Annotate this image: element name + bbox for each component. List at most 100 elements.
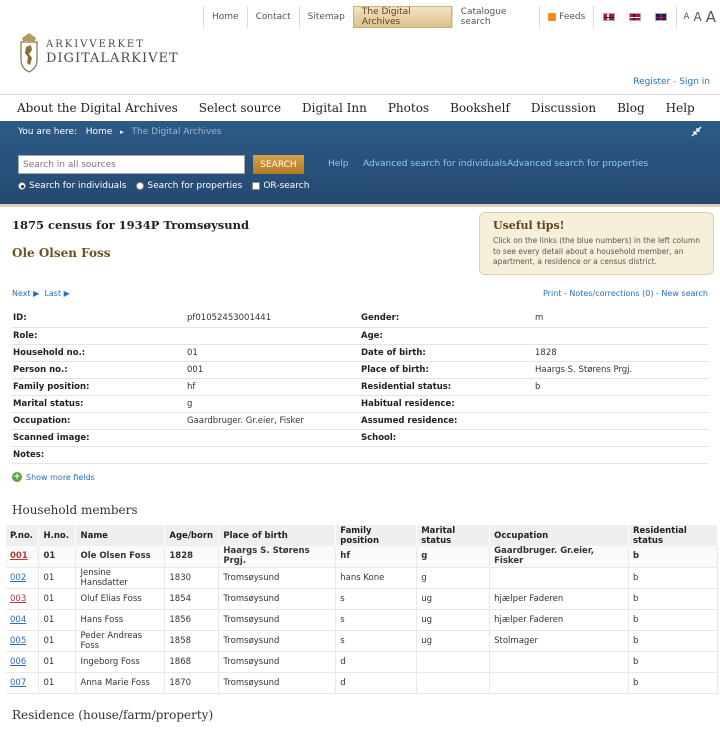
top-link-contact[interactable]: Contact — [246, 6, 299, 28]
print-link[interactable]: Print — [543, 289, 561, 298]
search-options: Search for individuals Search for proper… — [18, 181, 319, 191]
coat-of-arms-icon — [20, 33, 38, 73]
search-help-link[interactable]: Help — [328, 159, 349, 169]
person-number-link[interactable]: 003 — [6, 588, 40, 610]
column-header[interactable]: Marital status — [416, 525, 491, 546]
notes-corrections-link[interactable]: Notes/corrections (0) — [569, 289, 653, 298]
person-number-link[interactable]: 001 — [6, 546, 40, 568]
norwegian-bokmal-flag-icon[interactable] — [603, 13, 616, 21]
font-size-small-button[interactable]: A — [683, 12, 689, 22]
detail-value: b — [534, 378, 708, 396]
table-cell: ug — [416, 588, 491, 610]
top-link-catalogue-search[interactable]: Catalogue search — [451, 6, 540, 28]
table-row: 001 01 Ole Olsen Foss 1828 Haargs S. Størens… — [6, 546, 719, 568]
language-switcher — [593, 6, 676, 28]
register-link[interactable]: Register — [633, 77, 670, 87]
search-button[interactable]: SEARCH — [253, 155, 304, 174]
detail-label: Habitual residence: — [360, 395, 534, 413]
person-details-table: ID: pf01052453001441 Gender: m Role: Age: Hous… — [12, 310, 708, 464]
detail-value: Gaardbruger. Gr.eier, Fisker — [186, 412, 360, 430]
detail-label: Person no.: — [12, 361, 186, 379]
column-header[interactable]: P.no. — [6, 525, 40, 546]
table-cell: b — [628, 630, 719, 652]
site-logo[interactable]: ARKIVVERKET DIGITALARKIVET — [18, 30, 179, 74]
show-more-fields-link[interactable]: + Show more fields — [12, 472, 95, 482]
radio-properties[interactable]: Search for properties — [136, 181, 242, 191]
norwegian-nynorsk-flag-icon[interactable] — [629, 13, 642, 21]
table-cell: 1870 — [164, 672, 220, 694]
breadcrumb-arrow-icon: ▸ — [120, 128, 124, 136]
column-header[interactable]: Family position — [335, 525, 418, 546]
detail-row: Person no.: 001 Place of birth: Haargs S. S… — [12, 361, 708, 379]
column-header[interactable]: Occupation — [489, 525, 629, 546]
top-link-home[interactable]: Home — [203, 6, 247, 28]
nav-help[interactable]: Help — [666, 101, 695, 115]
nav-bookshelf[interactable]: Bookshelf — [450, 101, 510, 115]
detail-value — [534, 395, 708, 413]
column-header[interactable]: Name — [75, 525, 166, 546]
top-link-digital-archives[interactable]: The Digital Archives — [352, 6, 452, 28]
advanced-search-individuals-link[interactable]: Advanced search for individuals — [363, 159, 507, 169]
feeds-link[interactable]: Feeds — [539, 6, 593, 28]
english-flag-icon[interactable] — [655, 13, 668, 21]
column-header[interactable]: Residential status — [628, 525, 719, 546]
table-row: 005 01 Peder Andreas Foss 1858 Tromsøysund s u… — [6, 630, 719, 652]
font-size-large-button[interactable]: A — [706, 8, 716, 26]
table-cell: Tromsøysund — [218, 630, 337, 652]
table-cell: b — [628, 672, 719, 694]
nav-blog[interactable]: Blog — [617, 101, 645, 115]
person-number-link[interactable]: 004 — [6, 609, 40, 631]
sign-in-link[interactable]: Sign in — [679, 77, 710, 87]
person-number-link[interactable]: 007 — [6, 672, 40, 694]
detail-label: ID: — [12, 310, 186, 328]
person-number-link[interactable]: 002 — [6, 567, 40, 589]
font-size-medium-button[interactable]: A — [694, 10, 702, 24]
detail-row: Occupation: Gaardbruger. Gr.eier, Fisker A… — [12, 412, 708, 430]
residence-heading: Residence (house/farm/property) — [12, 708, 214, 722]
breadcrumb-home[interactable]: Home — [86, 127, 113, 137]
table-cell: 1830 — [164, 567, 220, 589]
table-cell — [489, 651, 629, 673]
collapse-icon[interactable] — [691, 126, 702, 137]
column-header[interactable]: Place of birth — [218, 525, 337, 546]
radio-properties-label: Search for properties — [147, 181, 243, 191]
detail-row: ID: pf01052453001441 Gender: m — [12, 310, 708, 328]
detail-row: Role: Age: — [12, 327, 708, 345]
nav-select-source[interactable]: Select source — [199, 101, 281, 115]
detail-label: Marital status: — [12, 395, 186, 413]
table-cell: s — [335, 630, 418, 652]
table-row: 003 01 Oluf Elias Foss 1854 Tromsøysund s ug hj… — [6, 588, 719, 610]
column-header[interactable]: Age/born — [164, 525, 220, 546]
nav-digital-inn[interactable]: Digital Inn — [302, 101, 367, 115]
top-link-sitemap[interactable]: Sitemap — [298, 6, 353, 28]
last-link[interactable]: Last ▶ — [44, 289, 69, 298]
record-actions: Print - Notes/corrections (0) - New sear… — [543, 289, 708, 298]
next-link[interactable]: Next ▶ — [12, 289, 39, 298]
census-title: 1875 census for 1934P Tromsøysund — [12, 218, 250, 232]
detail-value — [534, 412, 708, 430]
detail-label: Role: — [12, 327, 186, 345]
tips-body: Click on the links (the blue numbers) in… — [493, 236, 700, 266]
table-cell: 01 — [38, 630, 77, 652]
advanced-search-properties-link[interactable]: Advanced search for properties — [507, 159, 648, 169]
search-input[interactable] — [18, 155, 245, 174]
nav-photos[interactable]: Photos — [388, 101, 429, 115]
tips-title: Useful tips! — [493, 219, 565, 232]
person-number-link[interactable]: 005 — [6, 630, 40, 652]
nav-about[interactable]: About the Digital Archives — [17, 101, 178, 115]
household-heading: Household members — [12, 503, 138, 517]
person-number-link[interactable]: 006 — [6, 651, 40, 673]
new-search-link[interactable]: New search — [661, 289, 708, 298]
table-cell: 1856 — [164, 609, 220, 631]
column-header[interactable]: H.no. — [38, 525, 77, 546]
nav-discussion[interactable]: Discussion — [531, 101, 596, 115]
table-cell: 1858 — [164, 630, 220, 652]
table-cell: Tromsøysund — [218, 588, 337, 610]
table-cell: Ole Olsen Foss — [75, 546, 166, 568]
table-cell: Peder Andreas Foss — [75, 630, 166, 652]
table-cell — [489, 567, 629, 589]
detail-label: School: — [360, 429, 534, 447]
table-cell: Tromsøysund — [218, 567, 337, 589]
or-search-checkbox[interactable]: OR-search — [252, 181, 309, 191]
radio-individuals[interactable]: Search for individuals — [18, 181, 126, 191]
